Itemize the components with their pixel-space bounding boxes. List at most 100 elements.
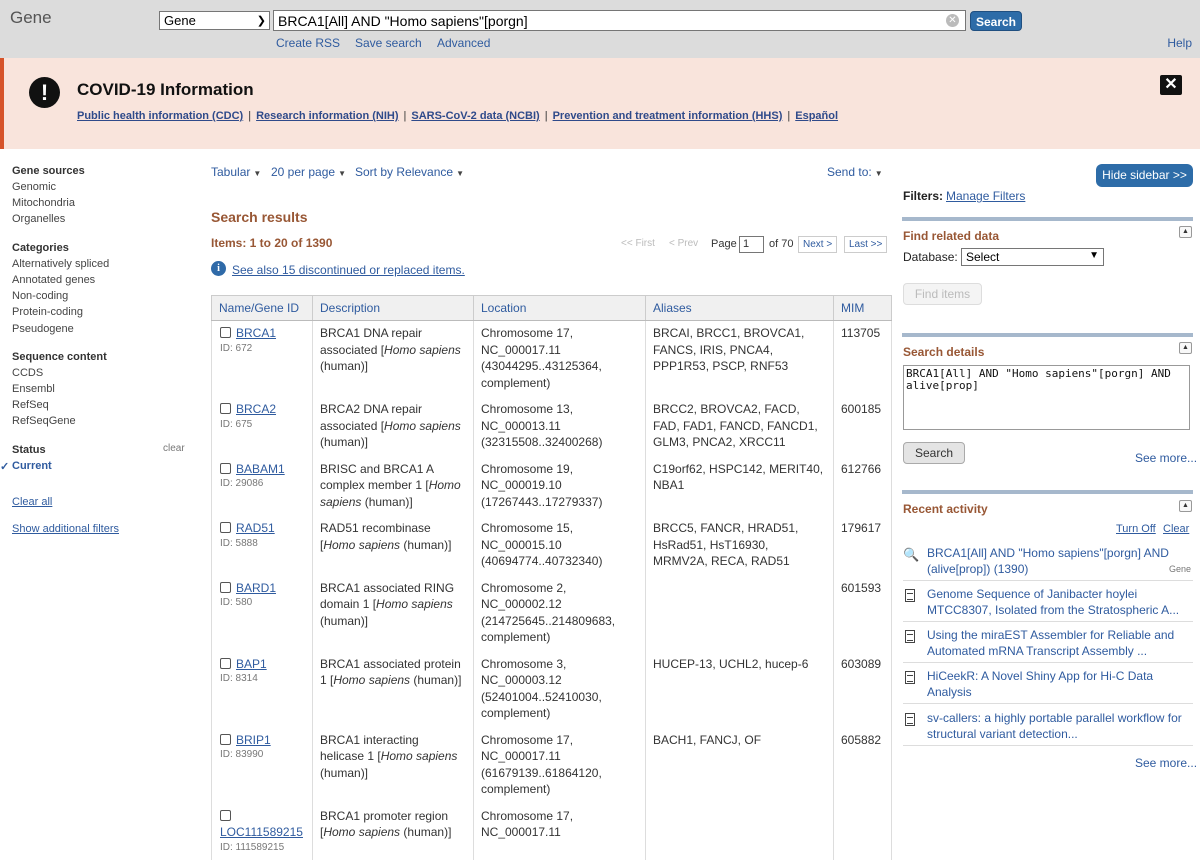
filter-refseq[interactable]: RefSeq — [12, 399, 49, 411]
filter-current[interactable]: Current — [12, 460, 52, 472]
advanced-search-link[interactable]: Advanced — [437, 36, 490, 50]
filter-mitochondria[interactable]: Mitochondria — [12, 197, 75, 209]
collapse-icon[interactable]: ▲ — [1179, 226, 1192, 238]
row-checkbox[interactable] — [220, 462, 231, 474]
separator: | — [403, 110, 407, 122]
see-also-link[interactable]: See also 15 discontinued or replaced ite… — [232, 263, 465, 277]
recent-activity-text[interactable]: HiCeekR: A Novel Shiny App for Hi-C Data… — [927, 669, 1189, 700]
filter-pseudogene[interactable]: Pseudogene — [12, 323, 74, 335]
recent-activity-text[interactable]: BRCA1[All] AND "Homo sapiens"[porgn] AND… — [927, 546, 1189, 577]
row-checkbox[interactable] — [220, 581, 231, 593]
filter-organelles[interactable]: Organelles — [12, 213, 65, 225]
column-header-description[interactable]: Description — [312, 295, 474, 321]
collapse-icon[interactable]: ▲ — [1179, 342, 1192, 354]
filter-protein-coding[interactable]: Protein-coding — [12, 306, 83, 318]
pager-last[interactable]: Last >> — [844, 236, 888, 253]
covid-link-espanol[interactable]: Español — [795, 110, 838, 122]
recent-activity-item[interactable]: Genome Sequence of Janibacter hoylei MTC… — [903, 587, 1193, 622]
recent-activity-item[interactable]: 🔍 BRCA1[All] AND "Homo sapiens"[porgn] A… — [903, 546, 1193, 581]
location-cell: Chromosome 19, NC_000019.10 (17267443..1… — [473, 456, 646, 516]
row-checkbox[interactable] — [220, 522, 231, 533]
clear-history-link[interactable]: Clear — [1163, 523, 1189, 535]
clear-all-link[interactable]: Clear all — [12, 496, 52, 508]
covid-link-cdc[interactable]: Public health information (CDC) — [77, 110, 243, 122]
filter-annotated-genes[interactable]: Annotated genes — [12, 274, 95, 286]
column-header-mim[interactable]: MIM — [833, 295, 892, 321]
hide-sidebar-button[interactable]: Hide sidebar >> — [1096, 164, 1193, 187]
top-search-bar: Gene Gene ❯ BRCA1[All] AND "Homo sapiens… — [0, 0, 1200, 58]
gene-symbol-link[interactable]: BRIP1 — [236, 733, 271, 747]
recent-activity-item[interactable]: Using the miraEST Assembler for Reliable… — [903, 628, 1193, 663]
covid-link-hhs[interactable]: Prevention and treatment information (HH… — [553, 110, 783, 122]
gene-symbol-link[interactable]: BARD1 — [236, 581, 276, 595]
panel-divider — [902, 217, 1193, 221]
clear-search-icon[interactable]: ✕ — [946, 14, 959, 27]
recent-activity-item[interactable]: HiCeekR: A Novel Shiny App for Hi-C Data… — [903, 669, 1193, 704]
sort-dropdown[interactable]: Sort by Relevance ▼ — [355, 165, 464, 179]
gene-symbol-link[interactable]: RAD51 — [236, 521, 275, 535]
search-input[interactable]: BRCA1[All] AND "Homo sapiens"[porgn] — [273, 10, 966, 31]
mim-cell: 179617 — [833, 516, 892, 576]
collapse-icon[interactable]: ▲ — [1179, 500, 1192, 512]
find-items-button[interactable]: Find items — [903, 283, 982, 305]
gene-id: ID: 111589215 — [220, 841, 285, 853]
close-icon[interactable]: ✕ — [1160, 75, 1182, 95]
gene-symbol-link[interactable]: BAP1 — [236, 657, 267, 671]
filter-refseqgene[interactable]: RefSeqGene — [12, 415, 76, 427]
per-page-dropdown[interactable]: 20 per page ▼ — [271, 165, 346, 179]
page-number-input[interactable]: 1 — [739, 236, 764, 253]
search-details-title: Search details — [903, 345, 985, 359]
gene-symbol-link[interactable]: BRCA2 — [236, 402, 276, 416]
database-select[interactable]: Gene ❯ — [159, 11, 270, 30]
recent-activity-db: Gene — [1168, 564, 1191, 574]
separator: | — [544, 110, 548, 122]
search-details-textarea[interactable]: BRCA1[All] AND "Homo sapiens"[porgn] AND… — [903, 365, 1190, 430]
column-header-name[interactable]: Name/Gene ID — [211, 295, 313, 321]
description-suffix: (human)] — [320, 613, 369, 628]
format-dropdown[interactable]: Tabular ▼ — [211, 165, 261, 179]
pager-next[interactable]: Next > — [798, 236, 838, 253]
search-details-see-more[interactable]: See more... — [1135, 451, 1197, 465]
recent-activity-text[interactable]: sv-callers: a highly portable parallel w… — [927, 711, 1189, 742]
database-label: Database: — [903, 250, 958, 264]
save-search-link[interactable]: Save search — [355, 36, 422, 50]
search-details-button[interactable]: Search — [903, 442, 965, 464]
recent-activity-title: Recent activity — [903, 502, 988, 516]
filter-genomic[interactable]: Genomic — [12, 181, 56, 193]
gene-symbol-link[interactable]: BABAM1 — [236, 462, 285, 476]
document-icon — [905, 589, 915, 602]
create-rss-link[interactable]: Create RSS — [276, 36, 340, 50]
mim-cell: 601593 — [833, 575, 892, 652]
row-checkbox[interactable] — [220, 733, 231, 745]
turn-off-link[interactable]: Turn Off — [1116, 523, 1156, 535]
recent-activity-see-more[interactable]: See more... — [1135, 756, 1197, 770]
checkmark-icon: ✓ — [0, 461, 10, 473]
covid-link-ncbi[interactable]: SARS-CoV-2 data (NCBI) — [411, 110, 539, 122]
gene-symbol-link[interactable]: BRCA1 — [236, 326, 276, 340]
filter-ccds[interactable]: CCDS — [12, 367, 43, 379]
filter-alternatively-spliced[interactable]: Alternatively spliced — [12, 258, 109, 270]
column-header-aliases[interactable]: Aliases — [645, 295, 834, 321]
row-checkbox[interactable] — [220, 657, 231, 669]
filter-ensembl[interactable]: Ensembl — [12, 383, 55, 395]
search-button[interactable]: Search — [970, 11, 1022, 31]
recent-activity-item[interactable]: sv-callers: a highly portable parallel w… — [903, 711, 1193, 746]
related-database-select[interactable]: Select ▼ — [961, 248, 1104, 266]
status-clear-link[interactable]: clear — [163, 443, 185, 454]
show-additional-filters-link[interactable]: Show additional filters — [12, 523, 119, 535]
description-suffix: (human)] — [320, 359, 369, 373]
send-to-dropdown[interactable]: Send to: ▼ — [827, 165, 883, 179]
per-page-label: 20 per page — [271, 165, 336, 179]
column-header-location[interactable]: Location — [473, 295, 646, 321]
recent-activity-text[interactable]: Genome Sequence of Janibacter hoylei MTC… — [927, 587, 1189, 618]
covid-link-nih[interactable]: Research information (NIH) — [256, 110, 398, 122]
row-checkbox[interactable] — [220, 403, 231, 414]
manage-filters-link[interactable]: Manage Filters — [946, 189, 1025, 203]
gene-symbol-link[interactable]: LOC111589215 — [220, 825, 303, 839]
row-checkbox[interactable] — [220, 809, 231, 821]
row-checkbox[interactable] — [220, 327, 231, 338]
filter-non-coding[interactable]: Non-coding — [12, 290, 68, 302]
description-suffix: (human)] — [410, 673, 462, 687]
recent-activity-text[interactable]: Using the miraEST Assembler for Reliable… — [927, 628, 1189, 659]
help-link[interactable]: Help — [1167, 36, 1192, 50]
